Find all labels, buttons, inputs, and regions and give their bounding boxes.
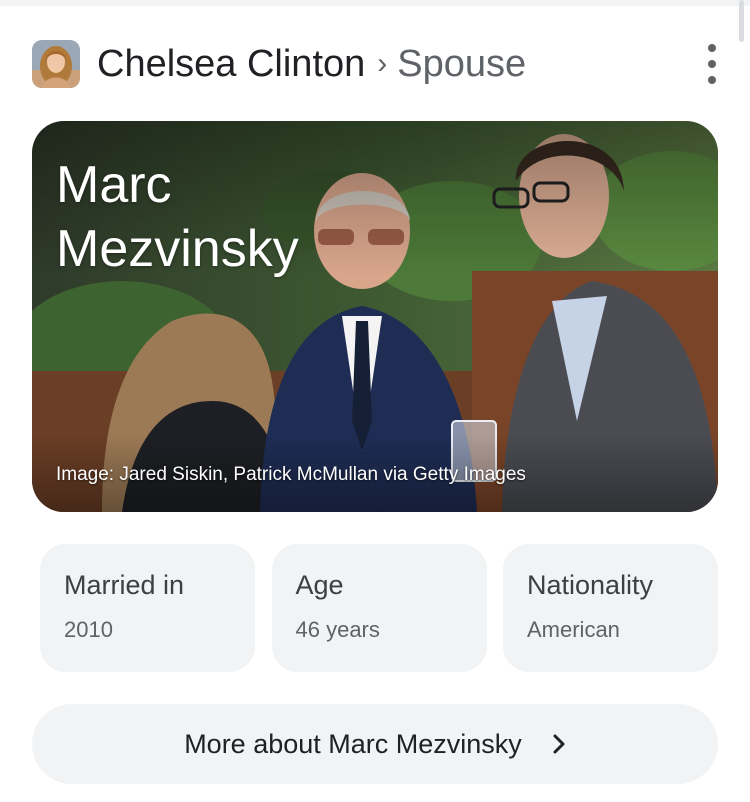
menu-dot xyxy=(708,60,716,68)
image-credit: Image: Jared Siskin, Patrick McMullan vi… xyxy=(56,464,526,485)
avatar[interactable] xyxy=(32,40,80,88)
menu-dot xyxy=(708,76,716,84)
fact-label: Married in xyxy=(64,570,185,600)
scrollbar[interactable] xyxy=(739,0,744,42)
fact-chip-age[interactable]: Age 46 years xyxy=(271,544,487,672)
breadcrumb-subtitle: Spouse xyxy=(397,42,527,85)
knowledge-panel-header: Chelsea Clinton › Spouse xyxy=(32,38,722,90)
top-divider xyxy=(0,0,750,6)
breadcrumb-separator: › xyxy=(377,47,388,80)
fact-label: Age xyxy=(295,570,344,600)
more-vert-icon[interactable] xyxy=(702,44,722,84)
fact-chips: Married in 2010 Age 46 years Nationality… xyxy=(40,544,718,672)
spouse-photo-card[interactable]: Marc Mezvinsky Image: Jared Siskin, Patr… xyxy=(32,121,718,512)
spouse-name: Marc Mezvinsky xyxy=(56,156,299,278)
fact-value: 46 years xyxy=(295,617,380,642)
chevron-right-icon xyxy=(553,734,565,754)
fact-chip-married[interactable]: Married in 2010 xyxy=(40,544,255,672)
breadcrumb-title[interactable]: Chelsea Clinton xyxy=(97,43,365,86)
menu-dot xyxy=(708,44,716,52)
more-about-button[interactable]: More about Marc Mezvinsky xyxy=(32,704,718,784)
breadcrumb: Chelsea Clinton › Spouse xyxy=(97,43,526,86)
fact-value: 2010 xyxy=(64,617,113,642)
fact-chip-nationality[interactable]: Nationality American xyxy=(503,544,718,672)
person-photo-icon xyxy=(32,40,80,88)
fact-label: Nationality xyxy=(527,570,654,600)
more-about-label: More about Marc Mezvinsky xyxy=(184,728,522,759)
fact-value: American xyxy=(527,617,620,642)
